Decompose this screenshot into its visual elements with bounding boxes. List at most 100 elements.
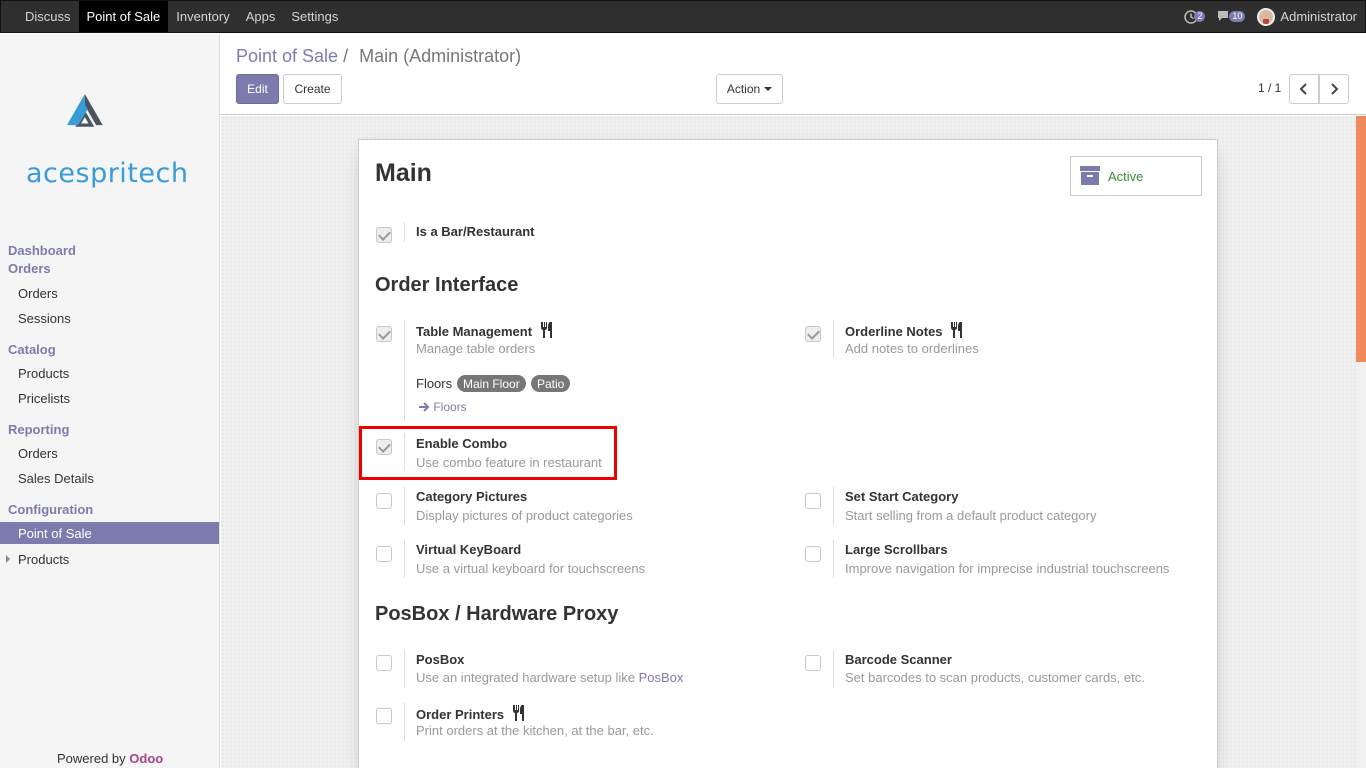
orderline-notes-checkbox[interactable] xyxy=(805,326,821,342)
sidebar-item-pricelists[interactable]: Pricelists xyxy=(0,387,219,409)
highlight-box xyxy=(359,426,617,480)
menu-settings[interactable]: Settings xyxy=(283,1,346,32)
menu-discuss[interactable]: Discuss xyxy=(17,1,79,32)
powered-by-brand-link[interactable]: Odoo xyxy=(129,751,163,766)
floors-link[interactable]: Floors xyxy=(419,400,467,414)
archive-icon xyxy=(1080,166,1100,185)
menu-apps[interactable]: Apps xyxy=(238,1,284,32)
category-pictures-title: Category Pictures xyxy=(416,489,528,504)
virtual-keyboard-checkbox[interactable] xyxy=(376,546,392,562)
breadcrumb-separator: / xyxy=(343,46,349,66)
sidebar-section-orders[interactable]: Orders xyxy=(8,261,51,276)
virtual-keyboard-desc: Use a virtual keyboard for touchscreens xyxy=(416,561,646,576)
powered-by: Powered by Odoo xyxy=(57,751,163,766)
divider xyxy=(404,540,405,578)
pager-value[interactable]: 1 / 1 xyxy=(1258,81,1281,95)
messages-count-badge: 10 xyxy=(1229,11,1246,22)
barcode-scanner-desc: Set barcodes to scan products, customer … xyxy=(845,670,1145,685)
chevron-right-icon xyxy=(1331,83,1339,95)
large-scrollbars-title: Large Scrollbars xyxy=(845,542,948,557)
floor-tag-main-floor[interactable]: Main Floor xyxy=(457,375,526,392)
floor-tag-patio[interactable]: Patio xyxy=(531,375,571,392)
sidebar-section-catalog[interactable]: Catalog xyxy=(8,342,56,357)
set-start-category-desc: Start selling from a default product cat… xyxy=(845,508,1097,523)
divider xyxy=(833,650,834,688)
action-dropdown-button[interactable]: Action xyxy=(716,74,783,104)
sidebar-item-sessions[interactable]: Sessions xyxy=(0,307,219,329)
set-start-category-checkbox[interactable] xyxy=(805,493,821,509)
order-printers-checkbox[interactable] xyxy=(376,708,392,724)
systray: 2 10 Administrator xyxy=(1184,1,1365,32)
breadcrumb-current: Main (Administrator) xyxy=(359,46,522,66)
posbox-link[interactable]: PosBox xyxy=(639,670,684,685)
company-logo-text: acespritech xyxy=(26,158,189,189)
divider xyxy=(404,320,405,421)
order-printers-title: Order Printers xyxy=(416,705,527,722)
divider xyxy=(833,320,834,358)
powered-by-text: Powered by xyxy=(57,751,126,766)
pager-next-button[interactable] xyxy=(1319,74,1349,104)
divider xyxy=(404,703,405,741)
large-scrollbars-checkbox[interactable] xyxy=(805,546,821,562)
cutlery-icon xyxy=(951,322,963,338)
posbox-checkbox[interactable] xyxy=(376,655,392,671)
activity-count-badge: 2 xyxy=(1194,11,1206,22)
cutlery-icon xyxy=(512,705,524,721)
sidebar-item-products[interactable]: Products xyxy=(0,362,219,384)
order-printers-label: Order Printers xyxy=(416,707,505,722)
user-avatar[interactable] xyxy=(1257,7,1276,26)
table-management-title: Table Management xyxy=(416,322,555,339)
edit-button[interactable]: Edit xyxy=(236,74,279,104)
sidebar-section-configuration[interactable]: Configuration xyxy=(8,502,93,517)
category-pictures-desc: Display pictures of product categories xyxy=(416,508,633,523)
messaging-menu[interactable]: 10 xyxy=(1217,10,1246,23)
table-management-desc: Manage table orders xyxy=(416,341,536,356)
set-start-category-title: Set Start Category xyxy=(845,489,959,504)
create-button[interactable]: Create xyxy=(283,74,342,104)
user-menu-name[interactable]: Administrator xyxy=(1280,9,1357,24)
sidebar-section-dashboard[interactable]: Dashboard xyxy=(8,243,76,258)
orderline-notes-title: Orderline Notes xyxy=(845,322,965,339)
floors-label: Floors xyxy=(416,376,453,391)
active-label: Active xyxy=(1108,168,1144,184)
divider xyxy=(404,487,405,525)
order-interface-heading: Order Interface xyxy=(375,274,519,296)
sidebar: acespritech Dashboard Orders Orders Sess… xyxy=(0,34,220,768)
activity-menu[interactable]: 2 xyxy=(1184,9,1206,24)
chevron-left-icon xyxy=(1299,83,1307,95)
divider xyxy=(404,650,405,688)
breadcrumb: Point of Sale / Main (Administrator) xyxy=(236,46,521,67)
posbox-heading: PosBox / Hardware Proxy xyxy=(375,603,619,625)
posbox-title: PosBox xyxy=(416,652,465,667)
record-title: Main xyxy=(375,159,432,187)
is-bar-restaurant-checkbox[interactable] xyxy=(376,227,392,243)
divider xyxy=(404,222,405,242)
control-panel: Point of Sale / Main (Administrator) Edi… xyxy=(221,34,1366,115)
category-pictures-checkbox[interactable] xyxy=(376,493,392,509)
caret-down-icon xyxy=(764,87,773,91)
action-label: Action xyxy=(726,82,761,96)
barcode-scanner-checkbox[interactable] xyxy=(805,655,821,671)
sidebar-item-config-products[interactable]: Products xyxy=(0,548,219,570)
pager-previous-button[interactable] xyxy=(1289,74,1319,104)
breadcrumb-parent-link[interactable]: Point of Sale xyxy=(236,46,338,66)
cutlery-icon xyxy=(540,322,552,338)
sidebar-section-reporting[interactable]: Reporting xyxy=(8,422,69,437)
is-bar-restaurant-label: Is a Bar/Restaurant xyxy=(416,224,535,239)
menu-point-of-sale[interactable]: Point of Sale xyxy=(78,1,169,32)
orderline-notes-desc: Add notes to orderlines xyxy=(845,341,979,356)
scrollbar-thumb[interactable] xyxy=(1356,116,1366,362)
table-management-checkbox[interactable] xyxy=(376,326,392,342)
sidebar-item-orders[interactable]: Orders xyxy=(0,282,219,304)
arrow-right-icon xyxy=(419,402,430,412)
orderline-notes-label: Orderline Notes xyxy=(845,324,943,339)
order-printers-desc: Print orders at the kitchen, at the bar,… xyxy=(416,723,654,738)
sidebar-item-sales-details[interactable]: Sales Details xyxy=(0,467,219,489)
menu-inventory[interactable]: Inventory xyxy=(168,1,237,32)
active-toggle-button[interactable]: Active xyxy=(1070,156,1202,196)
sidebar-item-config-point-of-sale[interactable]: Point of Sale xyxy=(0,522,219,544)
sidebar-item-report-orders[interactable]: Orders xyxy=(0,442,219,464)
table-management-label: Table Management xyxy=(416,324,533,339)
virtual-keyboard-title: Virtual KeyBoard xyxy=(416,542,522,557)
top-navbar: Discuss Point of Sale Inventory Apps Set… xyxy=(0,0,1366,33)
